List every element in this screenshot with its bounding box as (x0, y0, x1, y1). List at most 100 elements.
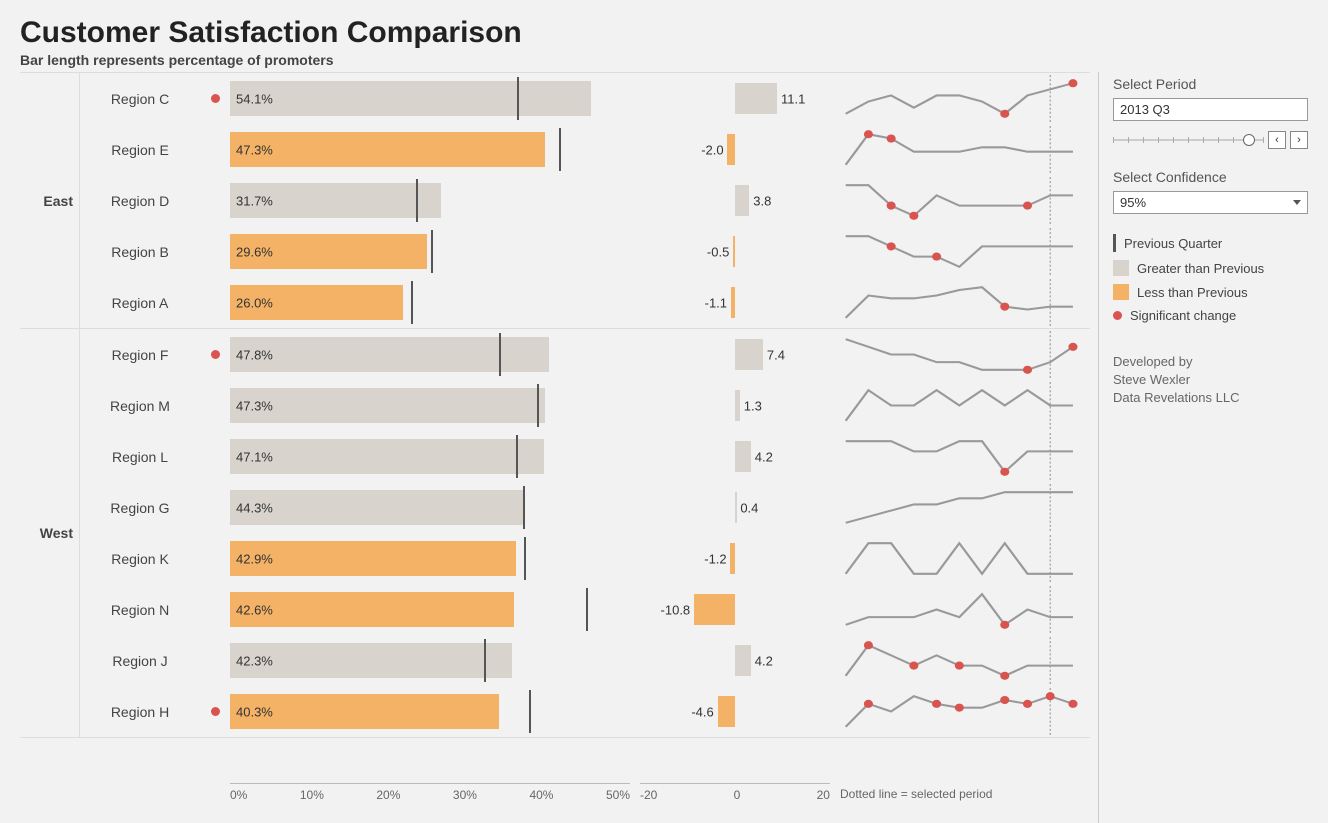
previous-tick-icon (431, 230, 433, 274)
pct-value: 47.3% (236, 398, 273, 413)
axis-tick: 40% (529, 788, 553, 802)
diff-bar: -0.5 (640, 236, 830, 267)
pct-bar: 47.3% (230, 388, 630, 424)
sparkline (840, 482, 1090, 533)
diff-bar: 4.2 (640, 441, 830, 472)
pct-value: 44.3% (236, 500, 273, 515)
table-row: Region G 44.3% 0.4 (80, 482, 1090, 533)
diff-value: -4.6 (691, 704, 713, 719)
pct-value: 31.7% (236, 193, 273, 208)
pct-bar: 47.8% (230, 337, 630, 373)
axis-tick: 0 (734, 788, 741, 802)
table-row: Region M47.3%1.3 (80, 380, 1090, 431)
axis-tick: 0% (230, 788, 247, 802)
region-name: Region L (80, 449, 200, 465)
period-input[interactable] (1113, 98, 1308, 121)
confidence-value: 95% (1120, 195, 1146, 210)
pct-bar: 47.3% (230, 132, 630, 168)
diff-value: -0.5 (707, 244, 729, 259)
confidence-label: Select Confidence (1113, 169, 1308, 185)
previous-tick-icon (524, 537, 526, 581)
period-next-button[interactable]: › (1290, 131, 1308, 149)
previous-tick-icon (523, 486, 525, 530)
pct-value: 47.8% (236, 347, 273, 362)
sidebar: Select Period ‹ › Select Confidence (1098, 72, 1308, 823)
previous-tick-icon (499, 333, 501, 377)
sparkline (840, 584, 1090, 635)
dot-icon (211, 94, 220, 103)
region-name: Region K (80, 551, 200, 567)
legend-prev-label: Previous Quarter (1124, 236, 1222, 251)
diff-value: -2.0 (701, 142, 723, 157)
pct-bar: 42.9% (230, 541, 630, 577)
legend-sig-dot-icon (1113, 311, 1122, 320)
pct-bar: 40.3% (230, 694, 630, 730)
diff-value: 1.3 (744, 398, 762, 413)
diff-bar: 3.8 (640, 185, 830, 216)
pct-bar: 31.7% (230, 183, 630, 219)
sparkline (840, 686, 1090, 737)
legend-greater-label: Greater than Previous (1137, 261, 1264, 276)
legend-sig-label: Significant change (1130, 308, 1236, 323)
table-row: Region E 47.3% -2.0 (80, 124, 1090, 175)
dot-icon (211, 350, 220, 359)
group: WestRegion F47.8%7.4Region M47.3%1.3Regi… (20, 329, 1090, 738)
table-row: Region H40.3%-4.6 (80, 686, 1090, 737)
region-name: Region N (80, 602, 200, 618)
diff-bar: -2.0 (640, 134, 830, 165)
diff-bar: 1.3 (640, 390, 830, 421)
confidence-select[interactable]: 95% (1113, 191, 1308, 214)
pct-bar: 54.1% (230, 81, 630, 117)
diff-bar: -1.2 (640, 543, 830, 574)
diff-bar: -1.1 (640, 287, 830, 318)
region-name: Region C (80, 91, 200, 107)
axis-tick: 10% (300, 788, 324, 802)
table-row: Region K 42.9% -1.2 (80, 533, 1090, 584)
region-name: Region J (80, 653, 200, 669)
pct-value: 47.3% (236, 142, 273, 157)
region-name: Region G (80, 500, 200, 516)
pct-bar: 42.6% (230, 592, 630, 628)
region-name: Region F (80, 347, 200, 363)
pct-value: 26.0% (236, 295, 273, 310)
sparkline (840, 226, 1090, 277)
legend-less-label: Less than Previous (1137, 285, 1248, 300)
previous-tick-icon (537, 384, 539, 428)
pct-value: 29.6% (236, 244, 273, 259)
diff-bar: 11.1 (640, 83, 830, 114)
axis-tick: 20 (817, 788, 830, 802)
region-name: Region E (80, 142, 200, 158)
spark-axis-note: Dotted line = selected period (840, 783, 1090, 801)
previous-tick-icon (517, 77, 519, 121)
axis-row: 0%10%20%30%40%50% -20020 Dotted line = s… (20, 783, 1090, 823)
page-subtitle: Bar length represents percentage of prom… (20, 52, 1308, 68)
table-row: Region D31.7%3.8 (80, 175, 1090, 226)
significance-indicator (200, 94, 230, 103)
axis-tick: -20 (640, 788, 657, 802)
table-row: Region A 26.0% -1.1 (80, 277, 1090, 328)
axis-tick: 50% (606, 788, 630, 802)
credits: Developed by Steve Wexler Data Revelatio… (1113, 353, 1308, 408)
diff-value: 11.1 (781, 91, 805, 106)
previous-tick-icon (516, 435, 518, 479)
previous-tick-icon (411, 281, 413, 325)
sparkline (840, 329, 1090, 380)
table-row: Region C 54.1% 11.1 (80, 73, 1090, 124)
period-prev-button[interactable]: ‹ (1268, 131, 1286, 149)
diff-value: 0.4 (740, 500, 758, 515)
diff-bar: 0.4 (640, 492, 830, 523)
group-label: West (20, 329, 80, 737)
region-name: Region A (80, 295, 200, 311)
table-row: Region J42.3%4.2 (80, 635, 1090, 686)
previous-tick-icon (586, 588, 588, 632)
legend: Previous Quarter Greater than Previous L… (1113, 234, 1308, 323)
previous-tick-icon (484, 639, 486, 683)
diff-bar: 4.2 (640, 645, 830, 676)
group-label: East (20, 73, 80, 328)
chevron-left-icon: ‹ (1275, 134, 1279, 146)
period-slider[interactable] (1113, 133, 1264, 147)
pct-bar: 29.6% (230, 234, 630, 270)
chevron-right-icon: › (1297, 134, 1301, 146)
table-row: Region B29.6%-0.5 (80, 226, 1090, 277)
pct-value: 42.9% (236, 551, 273, 566)
